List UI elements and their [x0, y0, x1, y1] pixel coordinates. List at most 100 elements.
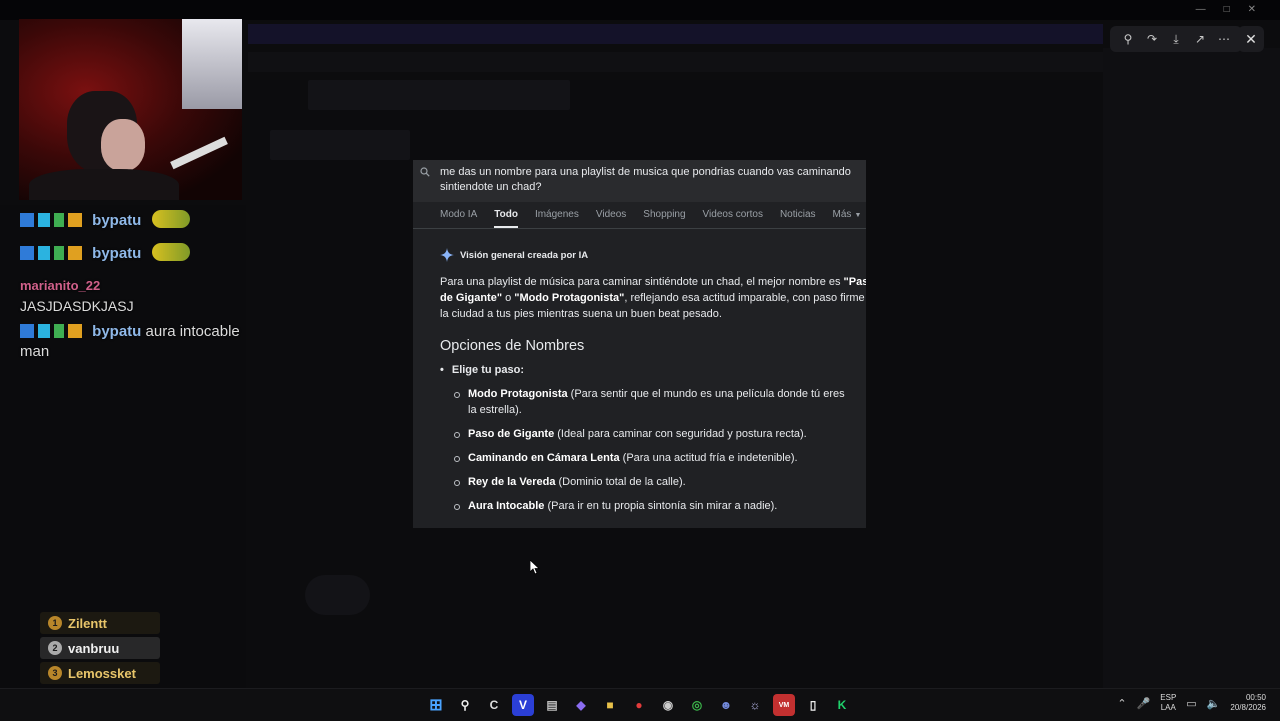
taskbar: ⊞ ⚲ C V ▤ ◆ ■ ● ◉ ◎ ☻ ☼ VM ▯ K ⌃ 🎤 ESP L… [0, 688, 1280, 721]
background-channel-bar [248, 52, 1103, 72]
kick-icon[interactable]: K [831, 694, 853, 716]
rank-badge: 1 [48, 616, 62, 630]
option-name: Paso de Gigante [468, 428, 555, 440]
lang-layout: LAA [1160, 703, 1176, 712]
chat-message: bypatu aura intocable man [20, 322, 240, 362]
option-desc: (Para una actitud fría e indetenible). [619, 452, 798, 464]
sparkle-icon [440, 248, 454, 262]
tab-noticias[interactable]: Noticias [780, 209, 816, 228]
bullet-label: Elige tu paso: [451, 364, 524, 376]
vegas-icon[interactable]: V [512, 694, 534, 716]
microphone-icon[interactable]: 🎤 [1137, 697, 1151, 710]
circle-bullet-icon [454, 504, 460, 510]
search-screenshot: me das un nombre para una playlist de mu… [413, 160, 866, 528]
close-window-icon[interactable]: ✕ [1248, 4, 1256, 15]
chat-username: marianito_22 [20, 278, 101, 293]
bullet-item: • Elige tu paso: [440, 364, 866, 376]
leaderboard-overlay: 1 Zilentt 2 vanbruu 3 Lemossket [40, 612, 160, 687]
chat-badges-icon [20, 246, 88, 260]
discord-icon[interactable]: ☻ [715, 694, 737, 716]
list-item: Caminando en Cámara Lenta (Para una acti… [454, 450, 854, 466]
folder-icon[interactable]: ■ [599, 694, 621, 716]
chrome-icon[interactable]: ◎ [686, 694, 708, 716]
emote-icon [151, 210, 190, 228]
window-controls: — □ ✕ [1196, 4, 1256, 15]
background-message [270, 130, 410, 160]
circle-bullet-icon [454, 456, 460, 462]
search-query[interactable]: me das un nombre para una playlist de mu… [440, 165, 860, 195]
chat-message: bypatu [20, 243, 240, 264]
leaderboard-name: Zilentt [68, 615, 107, 631]
ccleaner-icon[interactable]: C [483, 694, 505, 716]
chevron-up-icon[interactable]: ⌃ [1117, 697, 1126, 710]
zoom-icon[interactable]: ⚲ [1116, 28, 1140, 50]
tab-todo[interactable]: Todo [494, 209, 518, 228]
summary-highlight: "Modo Protagonista" [514, 292, 625, 304]
share-icon[interactable]: ↷ [1140, 28, 1164, 50]
options-heading: Opciones de Nombres [440, 338, 585, 354]
tab-mas[interactable]: Más ▼ [833, 209, 862, 228]
summary-text: Para una playlist de música para caminar… [440, 276, 844, 288]
minimize-icon[interactable]: — [1196, 4, 1206, 15]
image-viewer-toolbar: ⚲ ↷ ⤓ ↗ ⋯ [1110, 26, 1242, 52]
media-player-icon[interactable]: ◆ [570, 694, 592, 716]
close-viewer-button[interactable]: ✕ [1238, 26, 1264, 52]
obs-like-icon[interactable]: ● [628, 694, 650, 716]
emote-icon [151, 243, 190, 261]
chat-message: marianito_22 JASJDASDKJASJ [20, 276, 240, 316]
tab-modo-ia[interactable]: Modo IA [440, 209, 477, 228]
tab-shopping[interactable]: Shopping [643, 209, 685, 228]
document-icon[interactable]: ▯ [802, 694, 824, 716]
more-options-icon[interactable]: ⋯ [1212, 28, 1236, 50]
lang-code: ESP [1160, 693, 1177, 702]
system-tray: ⌃ 🎤 ESP LAA ▭ 🔈 00:50 20/8/2026 [1117, 693, 1266, 713]
circle-bullet-icon [454, 480, 460, 486]
circle-bullet-icon [454, 392, 460, 398]
tab-videos-cortos[interactable]: Videos cortos [703, 209, 763, 228]
list-item: Modo Protagonista (Para sentir que el mu… [454, 386, 854, 418]
download-icon[interactable]: ⤓ [1164, 28, 1188, 50]
webcam-overlay [19, 19, 242, 200]
maximize-icon[interactable]: □ [1224, 4, 1230, 15]
tab-imagenes[interactable]: Imágenes [535, 209, 579, 228]
leaderboard-name: vanbruu [68, 640, 120, 656]
search-icon[interactable]: ⚲ [454, 694, 476, 716]
open-external-icon[interactable]: ↗ [1188, 28, 1212, 50]
volume-icon[interactable]: 🔈 [1207, 697, 1221, 710]
search-tabs: Modo IA Todo Imágenes Videos Shopping Vi… [413, 202, 866, 229]
caret-down-icon: ▼ [854, 212, 862, 219]
steam-icon[interactable]: ◉ [657, 694, 679, 716]
mouse-cursor-icon [530, 560, 540, 575]
option-desc: (Dominio total de la calle). [555, 476, 686, 488]
chat-text: JASJDASDKJASJ [20, 298, 134, 314]
clock-date: 20/8/2026 [1230, 703, 1266, 712]
bullet-dot-icon: • [440, 364, 444, 376]
background-sticker [305, 575, 370, 615]
options-list: Modo Protagonista (Para sentir que el mu… [440, 386, 866, 514]
windows-start-icon[interactable]: ⊞ [425, 694, 447, 716]
voicemeeter-icon[interactable]: VM [773, 694, 795, 716]
ai-overview-title: Visión general creada por IA [460, 249, 589, 261]
chat-username: bypatu [92, 212, 142, 229]
summary-text: o [502, 292, 515, 304]
spiral-app-icon[interactable]: ☼ [744, 694, 766, 716]
rank-badge: 3 [48, 666, 62, 680]
tab-videos[interactable]: Videos [596, 209, 626, 228]
search-icon [420, 167, 430, 177]
circle-bullet-icon [454, 432, 460, 438]
monitor-icon[interactable]: ▭ [1186, 697, 1196, 710]
tab-mas-label: Más [832, 209, 852, 220]
option-desc: (Para ir en tu propia sintonía sin mirar… [544, 500, 778, 512]
language-indicator[interactable]: ESP LAA [1160, 693, 1176, 713]
file-manager-icon[interactable]: ▤ [541, 694, 563, 716]
list-item: Rey de la Vereda (Dominio total de la ca… [454, 474, 854, 490]
leaderboard-row: 1 Zilentt [40, 612, 160, 634]
webcam-face [101, 119, 145, 171]
clock[interactable]: 00:50 20/8/2026 [1230, 693, 1266, 713]
rank-badge: 2 [48, 641, 62, 655]
leaderboard-name: Lemossket [68, 665, 136, 681]
option-name: Caminando en Cámara Lenta [468, 452, 620, 464]
leaderboard-row: 2 vanbruu [40, 637, 160, 659]
leaderboard-row: 3 Lemossket [40, 662, 160, 684]
search-box[interactable]: me das un nombre para una playlist de mu… [413, 160, 866, 202]
